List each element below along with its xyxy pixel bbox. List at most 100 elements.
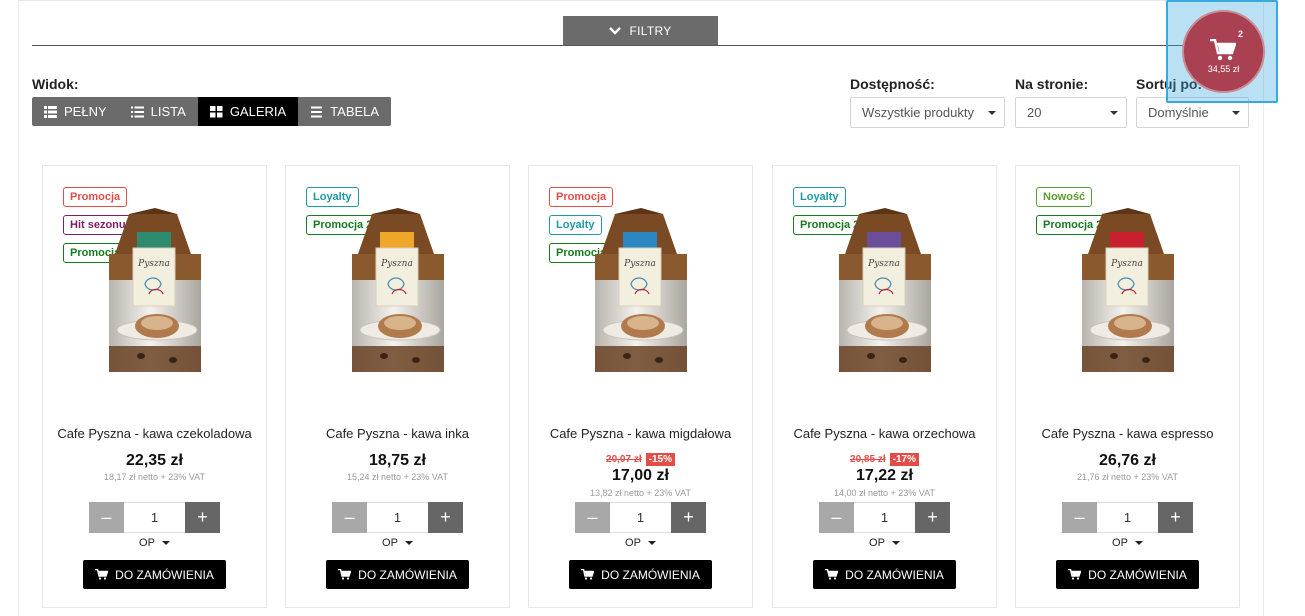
product-image[interactable]: Pyszna (75, 206, 235, 381)
svg-text:Pyszna: Pyszna (1110, 259, 1143, 269)
caret-down-icon (647, 541, 656, 546)
cart-button[interactable]: 2 34,55 zł (1182, 10, 1265, 93)
per-page-select[interactable]: 20 (1015, 97, 1127, 128)
cart-total: 34,55 zł (1207, 64, 1240, 74)
caret-down-icon (1134, 541, 1143, 546)
view-list-button[interactable]: LISTA (118, 97, 198, 126)
view-table-label: TABELA (330, 104, 380, 119)
view-list-label: LISTA (150, 104, 186, 119)
unit-select[interactable]: OP (286, 537, 509, 549)
chevron-down-icon (609, 26, 622, 35)
top-divider (18, 0, 1265, 1)
floating-cart[interactable]: 2 34,55 zł (1166, 0, 1278, 103)
unit-select[interactable]: OP (773, 537, 996, 549)
product-image[interactable]: Pyszna (1048, 206, 1208, 381)
product-card: Promocja Hit sezonu Promocja 2 Pyszna Cafe P… (42, 165, 267, 608)
add-to-order-button[interactable]: DO ZAMÓWIENIA (1056, 560, 1199, 589)
shopping-cart-icon (1210, 39, 1236, 61)
add-to-order-button[interactable]: DO ZAMÓWIENIA (83, 560, 226, 589)
view-table-button[interactable]: TABELA (298, 97, 392, 126)
view-full-label: PEŁNY (64, 104, 107, 119)
quantity-input[interactable]: 1 (367, 502, 428, 533)
unit-value: OP (625, 537, 641, 549)
per-page-label: Na stronie: (1015, 76, 1089, 92)
badge-promo: Promocja (63, 187, 128, 207)
svg-text:Pyszna: Pyszna (137, 259, 170, 269)
caret-down-icon (404, 541, 413, 546)
add-to-order-label: DO ZAMÓWIENIA (601, 567, 700, 582)
badge-new: Nowość (1036, 187, 1093, 207)
unit-select[interactable]: OP (1016, 537, 1239, 549)
shopping-cart-icon (581, 569, 595, 580)
filters-toggle-button[interactable]: FILTRY (563, 16, 718, 45)
shopping-cart-icon (338, 569, 352, 580)
product-netto-price: 15,24 zł netto + 23% VAT (347, 472, 448, 482)
product-netto-price: 14,00 zł netto + 23% VAT (834, 488, 935, 498)
product-netto-price: 13,82 zł netto + 23% VAT (590, 488, 691, 498)
product-title[interactable]: Cafe Pyszna - kawa migdałowa (529, 426, 752, 441)
view-full-button[interactable]: PEŁNY (32, 97, 119, 126)
quantity-decrease-button[interactable]: – (89, 502, 124, 533)
badge-loyalty: Loyalty (306, 187, 359, 207)
availability-select[interactable]: Wszystkie produkty (850, 97, 1005, 128)
filter-divider (32, 45, 1251, 46)
unit-select[interactable]: OP (43, 537, 266, 549)
product-title[interactable]: Cafe Pyszna - kawa inka (286, 426, 509, 441)
unit-value: OP (869, 537, 885, 549)
shopping-cart-icon (95, 569, 109, 580)
quantity-stepper: –1 + (1062, 502, 1193, 533)
add-to-order-button[interactable]: DO ZAMÓWIENIA (813, 560, 956, 589)
add-to-order-label: DO ZAMÓWIENIA (358, 567, 457, 582)
product-price: 18,75 zł (369, 452, 426, 469)
product-card: Loyalty Promocja 2 Pyszna Cafe Pyszna - kaw… (285, 165, 510, 608)
discount-badge: -17% (889, 453, 919, 466)
quantity-increase-button[interactable]: + (671, 502, 706, 533)
quantity-increase-button[interactable]: + (915, 502, 950, 533)
unit-value: OP (1112, 537, 1128, 549)
product-price: 22,35 zł (126, 452, 183, 469)
shopping-cart-icon (825, 569, 839, 580)
quantity-stepper: –1 + (575, 502, 706, 533)
product-title[interactable]: Cafe Pyszna - kawa orzechowa (773, 426, 996, 441)
quantity-increase-button[interactable]: + (1158, 502, 1193, 533)
availability-label: Dostępność: (850, 76, 935, 92)
unit-value: OP (139, 537, 155, 549)
add-to-order-button[interactable]: DO ZAMÓWIENIA (326, 560, 469, 589)
quantity-decrease-button[interactable]: – (1062, 502, 1097, 533)
product-image[interactable]: Pyszna (561, 206, 721, 381)
quantity-input[interactable]: 1 (854, 502, 915, 533)
quantity-input[interactable]: 1 (124, 502, 185, 533)
product-card: Promocja Loyalty Promocja 2 Pyszna Cafe Pysz… (528, 165, 753, 608)
product-title[interactable]: Cafe Pyszna - kawa czekoladowa (43, 426, 266, 441)
product-card: Loyalty Promocja 2 Pyszna Cafe Pyszna - kaw… (772, 165, 997, 608)
quantity-stepper: –1 + (89, 502, 220, 533)
add-to-order-button[interactable]: DO ZAMÓWIENIA (569, 560, 712, 589)
quantity-increase-button[interactable]: + (185, 502, 220, 533)
product-price: 17,00 zł (612, 467, 669, 484)
quantity-increase-button[interactable]: + (428, 502, 463, 533)
sort-value: Domyślnie (1148, 105, 1209, 120)
product-image[interactable]: Pyszna (318, 206, 478, 381)
product-image[interactable]: Pyszna (805, 206, 965, 381)
quantity-decrease-button[interactable]: – (575, 502, 610, 533)
product-netto-price: 21,76 zł netto + 23% VAT (1077, 472, 1178, 482)
product-netto-price: 18,17 zł netto + 23% VAT (104, 472, 205, 482)
unit-value: OP (382, 537, 398, 549)
svg-text:Pyszna: Pyszna (623, 259, 656, 269)
quantity-decrease-button[interactable]: – (819, 502, 854, 533)
quantity-input[interactable]: 1 (1097, 502, 1158, 533)
product-title[interactable]: Cafe Pyszna - kawa espresso (1016, 426, 1239, 441)
view-gallery-button[interactable]: GALERIA (197, 97, 299, 126)
quantity-input[interactable]: 1 (610, 502, 671, 533)
caret-down-icon (1232, 111, 1240, 115)
add-to-order-label: DO ZAMÓWIENIA (845, 567, 944, 582)
quantity-stepper: –1 + (819, 502, 950, 533)
shopping-cart-icon (1068, 569, 1082, 580)
quantity-decrease-button[interactable]: – (332, 502, 367, 533)
cart-count-badge: 2 (1238, 29, 1244, 39)
view-switcher: PEŁNY LISTA GALERIA TABELA (32, 97, 392, 126)
badge-loyalty: Loyalty (793, 187, 846, 207)
view-label: Widok: (32, 76, 79, 92)
page: FILTRY Widok: PEŁNY LISTA GALERIA TABELA… (0, 0, 1305, 616)
unit-select[interactable]: OP (529, 537, 752, 549)
